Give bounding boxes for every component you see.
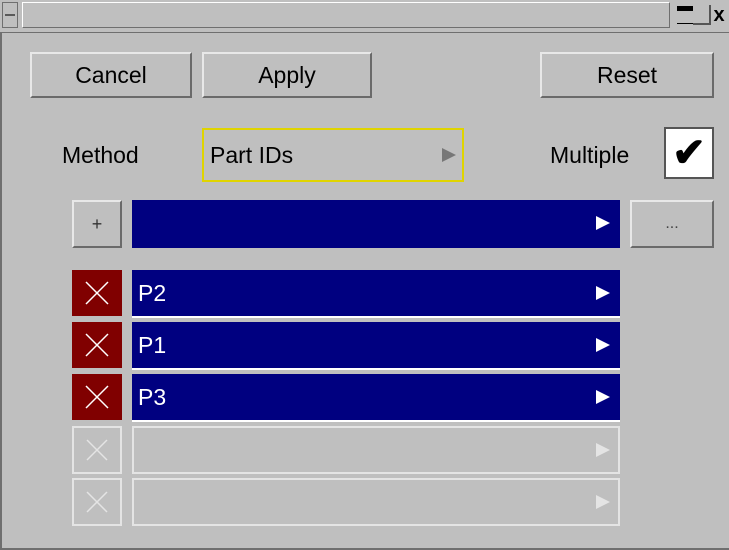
title-bar: x (0, 0, 729, 33)
expand-arrow-icon[interactable] (596, 443, 610, 457)
expand-arrow-icon[interactable] (596, 216, 610, 230)
list-item[interactable] (132, 478, 620, 526)
delete-item-button[interactable] (72, 478, 122, 526)
delete-item-button[interactable] (72, 426, 122, 474)
close-icon (85, 333, 109, 357)
add-button[interactable]: + (72, 200, 122, 248)
item-label: P3 (138, 384, 167, 410)
new-item-field[interactable] (132, 200, 620, 248)
expand-arrow-icon[interactable] (596, 338, 610, 352)
apply-button[interactable]: Apply (202, 52, 372, 98)
multiple-label: Multiple (550, 142, 630, 168)
multiple-checkbox[interactable]: ✔ (664, 127, 714, 179)
close-icon (85, 281, 109, 305)
expand-arrow-icon[interactable] (596, 495, 610, 509)
browse-button[interactable]: ... (630, 200, 714, 248)
close-icon[interactable]: x (710, 5, 728, 25)
delete-item-button[interactable] (72, 322, 122, 370)
item-label: P1 (138, 332, 167, 358)
list-item[interactable]: P3 (132, 374, 620, 422)
close-icon (86, 439, 108, 461)
minimize-icon[interactable] (676, 5, 694, 25)
cancel-button[interactable]: Cancel (30, 52, 192, 98)
close-icon (86, 491, 108, 513)
method-label: Method (62, 142, 139, 168)
reset-button[interactable]: Reset (540, 52, 714, 98)
delete-item-button[interactable] (72, 374, 122, 422)
list-item[interactable]: P1 (132, 322, 620, 370)
method-dropdown[interactable]: Part IDs (202, 128, 464, 182)
expand-arrow-icon[interactable] (596, 286, 610, 300)
method-value: Part IDs (210, 141, 294, 168)
maximize-icon[interactable] (693, 5, 711, 25)
title-field[interactable] (22, 2, 670, 28)
delete-item-button[interactable] (72, 270, 122, 318)
expand-arrow-icon[interactable] (596, 390, 610, 404)
list-item[interactable] (132, 426, 620, 474)
close-icon (85, 385, 109, 409)
system-menu-icon[interactable] (2, 2, 18, 28)
list-item[interactable]: P2 (132, 270, 620, 318)
dropdown-arrow-icon (442, 148, 456, 162)
item-label: P2 (138, 280, 167, 306)
